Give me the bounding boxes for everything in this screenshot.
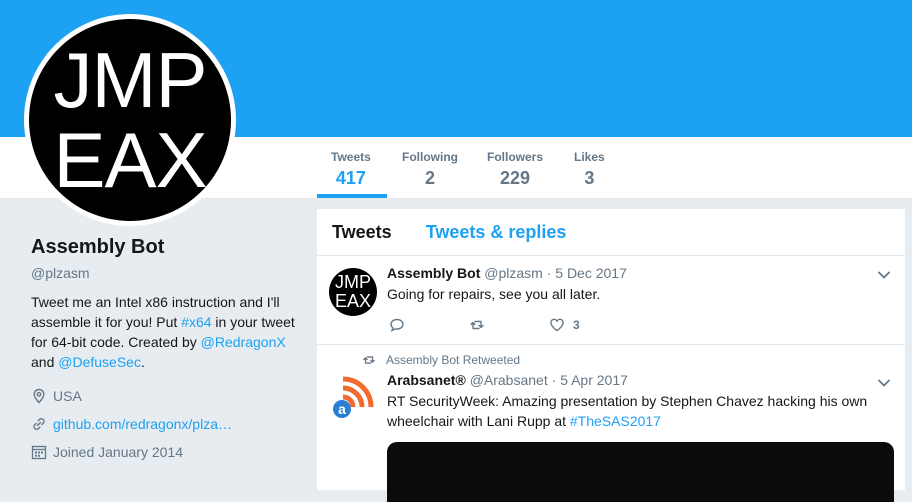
tweet-text: Going for repairs, see you all later. [387,286,601,302]
tweet-author-name[interactable]: Arabsanet® [387,372,466,388]
tab-tweets-and-replies[interactable]: Tweets & replies [426,222,567,243]
tweet-author-name[interactable]: Assembly Bot [387,265,480,281]
stat-label: Likes [574,150,605,164]
location-text: USA [53,388,82,404]
tweet-date[interactable]: 5 Apr 2017 [560,372,628,388]
tweet-media[interactable] [387,442,894,502]
avatar-text-line1: JMP [53,36,208,124]
rss-logo-icon: a [333,376,374,418]
reply-icon [390,318,404,332]
stat-value: 417 [335,168,366,188]
profile-website: github.com/redragonx/plza… [31,414,301,434]
bio-hashtag-link[interactable]: #x64 [181,314,211,330]
like-count: 3 [573,318,580,332]
profile-avatar[interactable]: JMP EAX [24,14,236,226]
timeline: Tweets Tweets & replies JMP EAX Assembly… [317,209,905,502]
tweet-author-handle[interactable]: @Arabsanet [470,372,548,388]
calendar-icon [31,445,47,460]
profile-name[interactable]: Assembly Bot [31,236,301,259]
retweet-icon [470,320,484,330]
tab-tweets[interactable]: Tweets [332,222,392,243]
joined-text: Joined January 2014 [53,444,183,460]
bio-mention-link[interactable]: @RedragonX [201,334,286,350]
retweet-button[interactable] [469,317,493,333]
profile-bio: Tweet me an Intel x86 instruction and I'… [31,292,301,372]
stat-likes[interactable]: Likes 3 [574,150,605,189]
bio-mention-link[interactable]: @DefuseSec [58,354,141,370]
tweet-avatar[interactable]: a [329,373,377,421]
retweet-icon [363,356,375,364]
stat-label: Followers [487,150,544,164]
tweet-actions: 3 [389,317,636,333]
profile-handle[interactable]: @plzasm [31,265,301,281]
tweet-separator: · [551,372,557,388]
avatar-text-line2: EAX [334,291,372,311]
like-button[interactable]: 3 [549,317,580,333]
stat-tweets[interactable]: Tweets 417 [331,150,371,189]
link-icon [33,418,45,430]
tweet-hashtag-link[interactable]: #TheSAS2017 [570,413,661,429]
location-pin-icon [33,388,45,404]
active-stat-indicator [317,194,387,198]
bio-text: and [31,354,59,370]
profile-location: USA [31,386,301,406]
heart-icon [550,318,564,332]
retweet-context: Assembly Bot Retweeted [362,353,520,367]
stat-value: 229 [499,168,531,188]
tweet-header: Arabsanet® @Arabsanet · 5 Apr 2017 [387,372,628,388]
avatar-text-line2: EAX [53,116,207,204]
website-link[interactable]: github.com/redragonx/plza… [53,416,232,432]
tweet-header: Assembly Bot @plzasm · 5 Dec 2017 [387,265,627,281]
tweet-separator: · [546,265,552,281]
timeline-tabs: Tweets Tweets & replies [317,209,905,256]
profile-joined: Joined January 2014 [31,442,301,462]
reply-button[interactable] [389,317,413,333]
stat-value: 2 [424,168,435,188]
avatar-text-line1: JMP [335,272,371,292]
tweet-avatar[interactable]: JMP EAX [329,268,377,316]
stat-value: 3 [584,168,595,188]
stat-followers[interactable]: Followers 229 [487,150,543,189]
stat-label: Tweets [331,150,371,164]
tweet-item[interactable]: JMP EAX Assembly Bot @plzasm · 5 Dec 201… [317,256,905,344]
chevron-down-icon[interactable] [877,270,891,280]
tweet-text: RT SecurityWeek: Amazing presentation by… [387,391,892,431]
retweet-context-text[interactable]: Assembly Bot Retweeted [386,353,520,367]
tweet-date[interactable]: 5 Dec 2017 [555,265,627,281]
profile-card: Assembly Bot @plzasm Tweet me an Intel x… [31,236,301,462]
tweet-item[interactable]: Assembly Bot Retweeted a Arabsanet® @Ara… [317,345,905,502]
tweet-author-handle[interactable]: @plzasm [484,265,543,281]
bio-text: . [140,354,145,370]
avatar-image: JMP EAX [29,19,231,221]
logo-letter: a [338,401,346,417]
stat-label: Following [402,150,458,164]
stat-following[interactable]: Following 2 [402,150,458,189]
chevron-down-icon[interactable] [877,378,891,388]
